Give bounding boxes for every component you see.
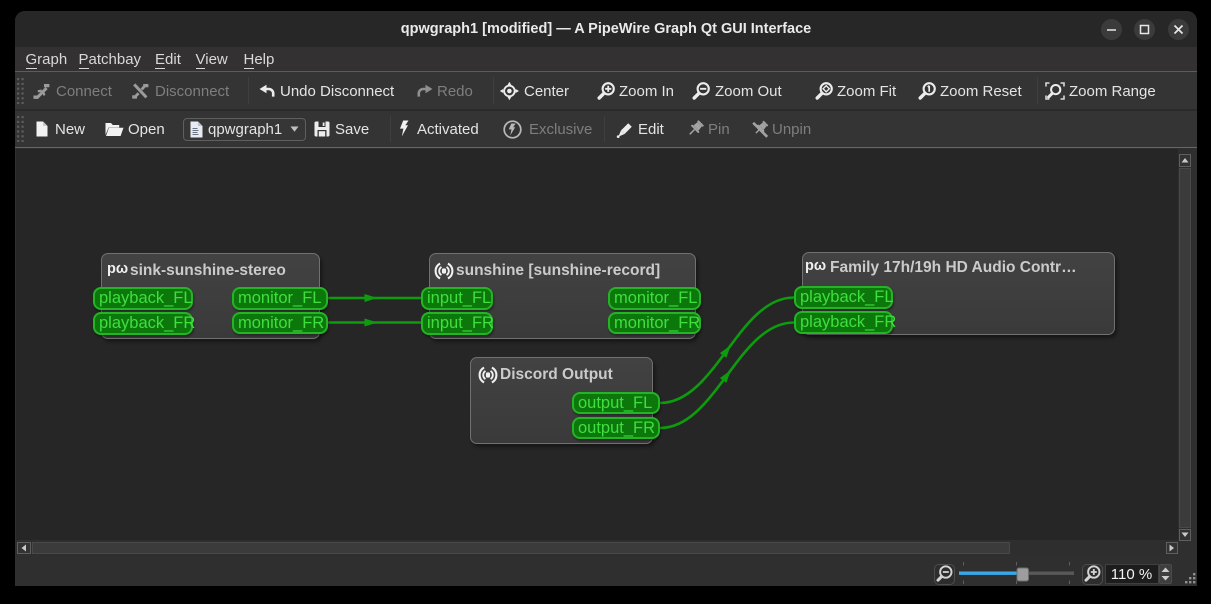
svg-text:pω: pω <box>805 258 826 274</box>
svg-text:pω: pω <box>107 261 128 277</box>
